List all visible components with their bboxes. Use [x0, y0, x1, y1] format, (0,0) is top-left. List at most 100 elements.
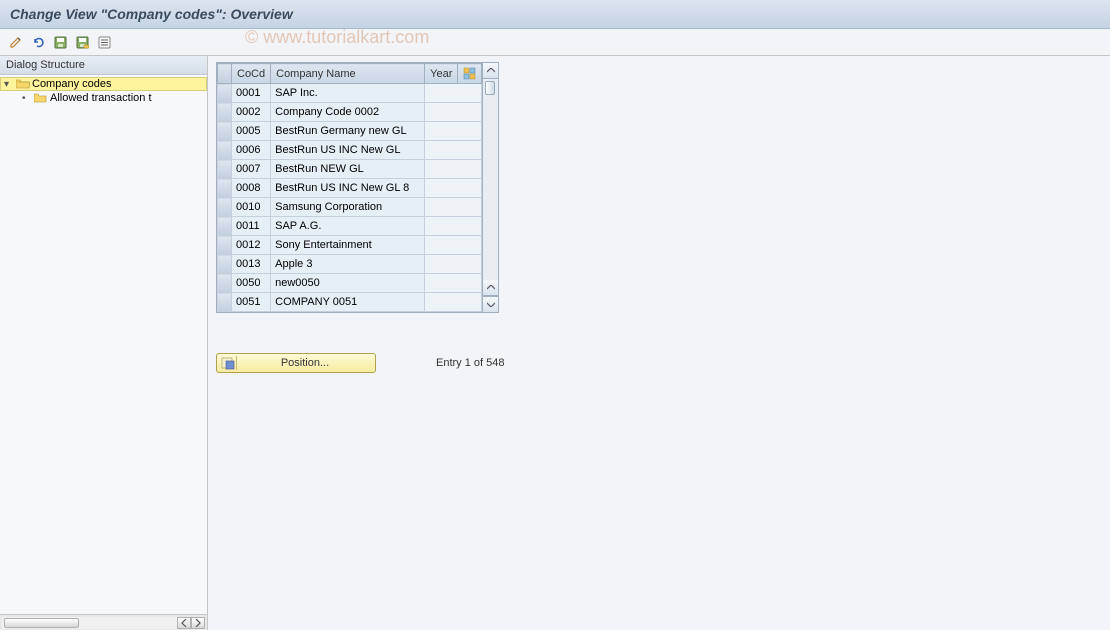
v-scroll-down-button[interactable]: [483, 296, 498, 312]
save-all-icon: [76, 36, 89, 49]
save-all-button[interactable]: [72, 33, 92, 51]
position-icon: [219, 356, 237, 370]
cell-company-name[interactable]: COMPANY 0051: [271, 293, 425, 312]
row-selector[interactable]: [218, 217, 232, 236]
folder-open-icon: [16, 78, 30, 90]
v-scroll-near-bottom-button[interactable]: [483, 280, 498, 296]
table-row[interactable]: 0006BestRun US INC New GL: [218, 141, 482, 160]
column-selector[interactable]: [218, 64, 232, 84]
save-button[interactable]: [50, 33, 70, 51]
undo-button[interactable]: [28, 33, 48, 51]
cell-company-name[interactable]: BestRun Germany new GL: [271, 122, 425, 141]
cell-year[interactable]: [425, 103, 482, 122]
column-year[interactable]: Year: [425, 64, 458, 84]
h-scroll-right-button[interactable]: [191, 617, 205, 629]
list-icon: [98, 36, 111, 49]
row-selector[interactable]: [218, 141, 232, 160]
cell-cocd[interactable]: 0001: [232, 84, 271, 103]
cell-company-name[interactable]: BestRun US INC New GL 8: [271, 179, 425, 198]
h-scroll-left-button[interactable]: [177, 617, 191, 629]
cell-year[interactable]: [425, 255, 482, 274]
column-cocd[interactable]: CoCd: [232, 64, 271, 84]
toolbar: © www.tutorialkart.com: [0, 29, 1110, 56]
list-button[interactable]: [94, 33, 114, 51]
cell-year[interactable]: [425, 179, 482, 198]
table-row[interactable]: 0051COMPANY 0051: [218, 293, 482, 312]
row-selector[interactable]: [218, 179, 232, 198]
cell-year[interactable]: [425, 217, 482, 236]
row-selector[interactable]: [218, 103, 232, 122]
chevron-left-icon: [181, 619, 187, 627]
h-scroll-thumb[interactable]: [4, 618, 79, 628]
save-icon: [54, 36, 67, 49]
data-table-container: CoCd Company Name Year 0001SAP Inc.0002C…: [216, 62, 499, 313]
table-row[interactable]: 0002Company Code 0002: [218, 103, 482, 122]
cell-cocd[interactable]: 0012: [232, 236, 271, 255]
cell-cocd[interactable]: 0051: [232, 293, 271, 312]
cell-year[interactable]: [425, 236, 482, 255]
cell-year[interactable]: [425, 141, 482, 160]
cell-company-name[interactable]: BestRun NEW GL: [271, 160, 425, 179]
row-selector[interactable]: [218, 236, 232, 255]
table-row[interactable]: 0013Apple 3: [218, 255, 482, 274]
row-selector[interactable]: [218, 293, 232, 312]
tree-item-company-codes[interactable]: ▾ Company codes: [0, 77, 207, 91]
tree-toggle-icon[interactable]: ▾: [4, 79, 14, 90]
cell-company-name[interactable]: Apple 3: [271, 255, 425, 274]
table-row[interactable]: 0010Samsung Corporation: [218, 198, 482, 217]
cell-company-name[interactable]: Company Code 0002: [271, 103, 425, 122]
cell-company-name[interactable]: SAP Inc.: [271, 84, 425, 103]
cell-year[interactable]: [425, 160, 482, 179]
cell-cocd[interactable]: 0002: [232, 103, 271, 122]
v-scroll-thumb[interactable]: [485, 81, 495, 95]
table-row[interactable]: 0001SAP Inc.: [218, 84, 482, 103]
cell-year[interactable]: [425, 122, 482, 141]
cell-company-name[interactable]: Sony Entertainment: [271, 236, 425, 255]
main-area: Dialog Structure ▾ Company codes • Allow…: [0, 56, 1110, 630]
position-button[interactable]: Position...: [216, 353, 376, 373]
row-selector[interactable]: [218, 198, 232, 217]
row-selector[interactable]: [218, 274, 232, 293]
cell-cocd[interactable]: 0011: [232, 217, 271, 236]
v-scroll-up-button[interactable]: [483, 63, 498, 79]
tree-item-allowed-transaction[interactable]: • Allowed transaction t: [0, 91, 207, 105]
company-codes-table: CoCd Company Name Year 0001SAP Inc.0002C…: [217, 63, 482, 312]
row-selector[interactable]: [218, 255, 232, 274]
undo-icon: [31, 35, 45, 49]
row-selector[interactable]: [218, 160, 232, 179]
table-settings-button[interactable]: [458, 64, 482, 84]
table-v-scrollbar: [482, 63, 498, 312]
cell-cocd[interactable]: 0010: [232, 198, 271, 217]
table-row[interactable]: 0011SAP A.G.: [218, 217, 482, 236]
h-scroll-track[interactable]: [2, 617, 177, 629]
column-company-name[interactable]: Company Name: [271, 64, 425, 84]
cell-cocd[interactable]: 0050: [232, 274, 271, 293]
cell-cocd[interactable]: 0013: [232, 255, 271, 274]
cell-year[interactable]: [425, 84, 482, 103]
table-row[interactable]: 0005BestRun Germany new GL: [218, 122, 482, 141]
cell-cocd[interactable]: 0007: [232, 160, 271, 179]
page-title: Change View "Company codes": Overview: [10, 6, 293, 22]
cell-company-name[interactable]: SAP A.G.: [271, 217, 425, 236]
v-scroll-track[interactable]: [483, 79, 498, 280]
cell-company-name[interactable]: new0050: [271, 274, 425, 293]
cell-cocd[interactable]: 0008: [232, 179, 271, 198]
cell-cocd[interactable]: 0006: [232, 141, 271, 160]
tree-item-label: Company codes: [32, 78, 112, 90]
dialog-structure-sidebar: Dialog Structure ▾ Company codes • Allow…: [0, 56, 208, 630]
row-selector[interactable]: [218, 122, 232, 141]
table-row[interactable]: 0012Sony Entertainment: [218, 236, 482, 255]
pencil-icon: [9, 35, 23, 49]
cell-company-name[interactable]: Samsung Corporation: [271, 198, 425, 217]
cell-year[interactable]: [425, 198, 482, 217]
table-row[interactable]: 0008BestRun US INC New GL 8: [218, 179, 482, 198]
table-row[interactable]: 0007BestRun NEW GL: [218, 160, 482, 179]
table-row[interactable]: 0050new0050: [218, 274, 482, 293]
cell-cocd[interactable]: 0005: [232, 122, 271, 141]
cell-year[interactable]: [425, 274, 482, 293]
tree: ▾ Company codes • Allowed transaction t: [0, 75, 207, 614]
cell-year[interactable]: [425, 293, 482, 312]
row-selector[interactable]: [218, 84, 232, 103]
cell-company-name[interactable]: BestRun US INC New GL: [271, 141, 425, 160]
edit-button[interactable]: [6, 33, 26, 51]
